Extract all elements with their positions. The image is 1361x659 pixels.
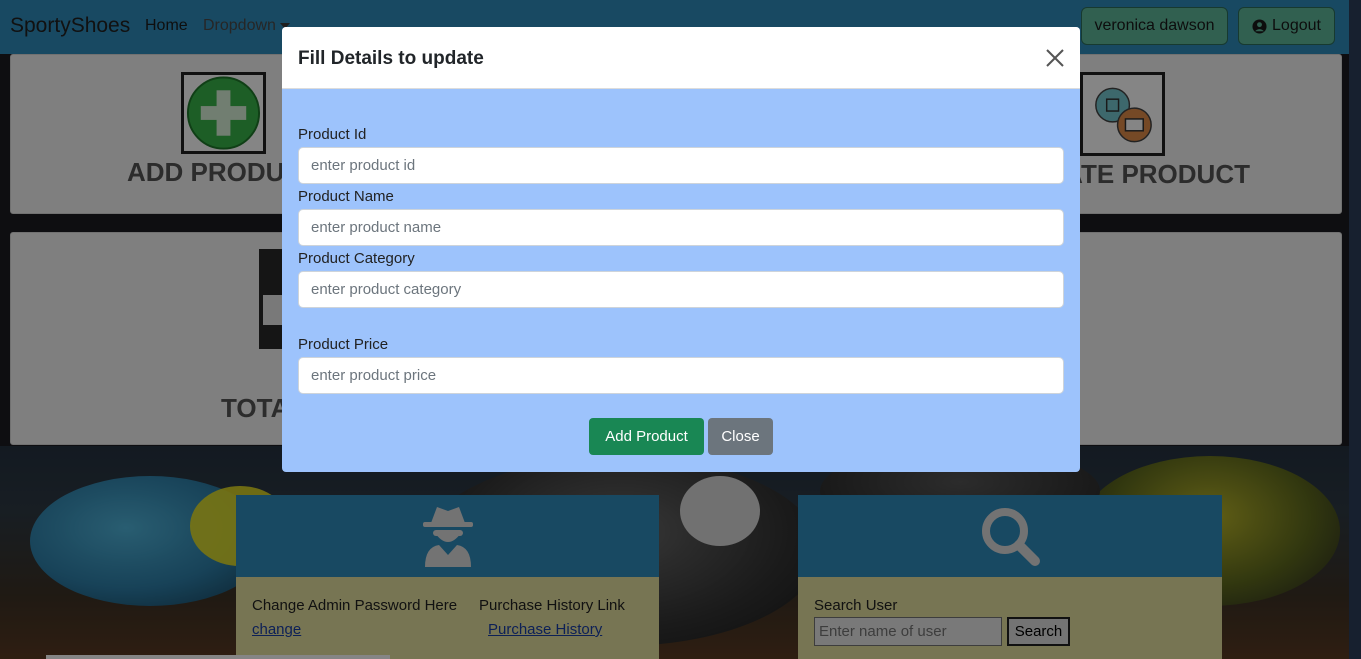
- product-name-input[interactable]: [298, 209, 1064, 246]
- product-id-input[interactable]: [298, 147, 1064, 184]
- product-id-label: Product Id: [298, 126, 367, 143]
- product-category-input[interactable]: [298, 271, 1064, 308]
- update-product-modal: Fill Details to update Product Id Produc…: [282, 27, 1080, 472]
- modal-header: Fill Details to update: [282, 27, 1080, 89]
- add-product-button[interactable]: Add Product: [589, 418, 704, 455]
- product-price-input[interactable]: [298, 357, 1064, 394]
- modal-title: Fill Details to update: [298, 48, 484, 69]
- close-button[interactable]: Close: [708, 418, 773, 455]
- product-name-label: Product Name: [298, 188, 394, 205]
- product-category-label: Product Category: [298, 250, 415, 267]
- close-icon[interactable]: [1042, 45, 1068, 71]
- product-price-label: Product Price: [298, 336, 389, 353]
